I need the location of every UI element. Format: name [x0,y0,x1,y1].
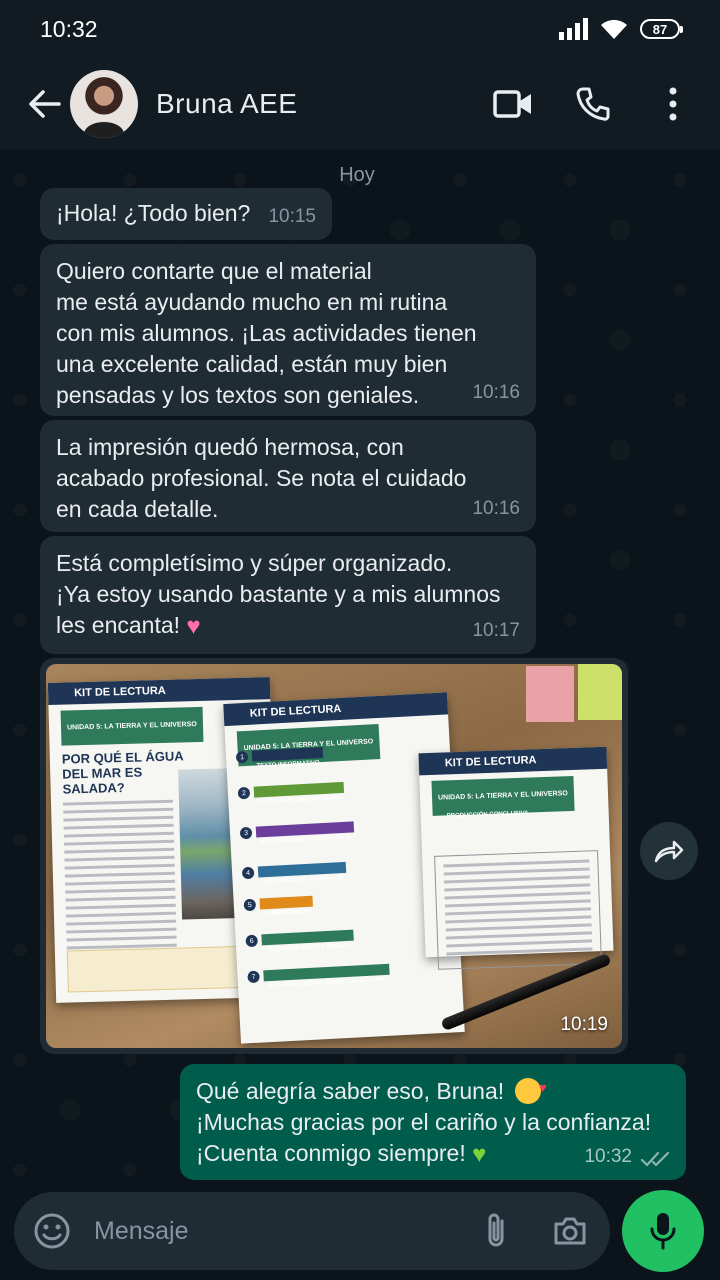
activity-tag: TEXTO INFORMATIVO [251,746,324,769]
message-line: pensadas y los textos son geniales. [56,382,420,408]
read-ticks-icon [640,1151,670,1167]
attach-button[interactable] [468,1203,524,1259]
message-time: 10:17 [472,620,520,641]
photo-kit-de-lectura[interactable]: KIT DE LECTURA UNIDAD 5: LA TIERRA Y EL … [46,664,622,1048]
more-vertical-icon [669,87,677,121]
video-call-icon [493,90,531,118]
message-time: 10:15 [268,206,316,227]
sheet-header: KIT DE LECTURA [418,746,608,776]
message-line: en cada detalle. [56,496,219,522]
message-line: Qué alegría saber eso, Bruna! [196,1078,505,1104]
forward-button[interactable] [640,822,698,880]
section-tag: PRODUCCIÓN CONCLUSIVA [442,797,533,819]
activity-tag: METARREFLEXIÓN SOBRE LA LECTURA [263,963,390,989]
green-heart-emoji: ♥ [472,1141,487,1168]
message-line: con mis alumnos. ¡Las actividades tienen [56,320,477,346]
message-line: acabado profesional. Se nota el cuidado [56,465,467,491]
message-text: ¡Hola! ¿Todo bien? [56,200,251,226]
message-line: les encanta! [56,612,181,638]
attach-icon [488,1213,504,1247]
forward-icon [654,840,684,863]
voice-call-button[interactable] [568,79,618,129]
status-icons: 87 [558,18,683,40]
pink-heart-emoji: ♥ [186,613,201,640]
signal-icon [559,18,588,40]
camera-button[interactable] [542,1203,598,1259]
emoji-icon [34,1213,70,1249]
activity-tag: SECUENCIA DE PÁRRAFOS [257,861,347,885]
message-incoming[interactable]: La impresión quedó hermosa, con acabado … [40,420,536,532]
emoji-button[interactable] [24,1203,80,1259]
mic-icon [650,1213,676,1250]
sticky-note-green [578,664,622,720]
back-arrow-icon [29,90,61,118]
chat-area[interactable]: Hoy ¡Hola! ¿Todo bien? 10:15 Quiero cont… [0,150,720,1190]
sheet-header: KIT DE LECTURA [47,677,271,705]
phone-icon [576,87,610,121]
message-line: Está completísimo y súper organizado. [56,550,453,576]
chat-header: Bruna AEE [0,58,720,150]
worksheet-conclusion: KIT DE LECTURA UNIDAD 5: LA TIERRA Y EL … [418,746,614,970]
message-incoming[interactable]: ¡Hola! ¿Todo bien? 10:15 [40,188,332,240]
message-line: ¡Ya estoy usando bastante y a mis alumno… [56,581,501,607]
message-outgoing[interactable]: Qué alegría saber eso, Bruna! ¡Muchas gr… [180,1064,686,1180]
activity-tag: VOCABULARIO EN CONTEXTO [255,821,354,845]
message-line: me está ayudando mucho en mi rutina [56,289,448,315]
message-line: ¡Muchas gracias por el cariño y la confi… [196,1109,652,1135]
sheet-callout [66,945,264,993]
video-call-button[interactable] [488,79,538,129]
message-input[interactable] [94,1216,468,1246]
status-bar: 10:32 87 [0,0,720,58]
message-time: 10:19 [560,1014,608,1035]
message-composer [14,1192,610,1270]
activity-tag: COMPRENSIÓN [259,895,314,917]
camera-icon [554,1217,586,1245]
battery-icon: 87 [640,19,683,39]
message-line: una excelente calidad, están muy bien [56,351,448,377]
smiling-face-hearts-emoji [514,1072,547,1104]
message-time: 10:16 [472,382,520,403]
more-options-button[interactable] [648,79,698,129]
status-time: 10:32 [40,15,98,42]
header-actions [488,79,698,129]
contact-name[interactable]: Bruna AEE [156,88,488,120]
activity-tag: FUNCIÓN Y COMUNICACIÓN [253,781,345,805]
sheet-writing-lines [434,850,602,970]
message-line: ¡Cuenta conmigo siempre! [196,1140,466,1166]
activity-tag: RELACIÓN TEXTO E IMAGEN [261,929,355,953]
message-incoming[interactable]: Está completísimo y súper organizado. ¡Y… [40,536,536,654]
sheet-unit: UNIDAD 5: LA TIERRA Y EL UNIVERSO [60,706,204,746]
wifi-icon [601,19,627,39]
battery-level: 87 [652,21,668,37]
day-separator: Hoy [339,163,375,186]
voice-message-button[interactable] [622,1190,704,1272]
message-incoming[interactable]: Quiero contarte que el material me está … [40,244,536,416]
message-line: Quiero contarte que el material [56,258,372,284]
message-line: La impresión quedó hermosa, con [56,434,404,460]
back-button[interactable] [14,74,74,134]
message-time: 10:32 [584,1146,632,1167]
message-time: 10:16 [472,498,520,519]
sticky-note-pink [526,666,574,722]
avatar[interactable] [70,70,138,138]
message-image[interactable]: KIT DE LECTURA UNIDAD 5: LA TIERRA Y EL … [40,658,628,1054]
sheet-header: KIT DE LECTURA [223,692,449,727]
